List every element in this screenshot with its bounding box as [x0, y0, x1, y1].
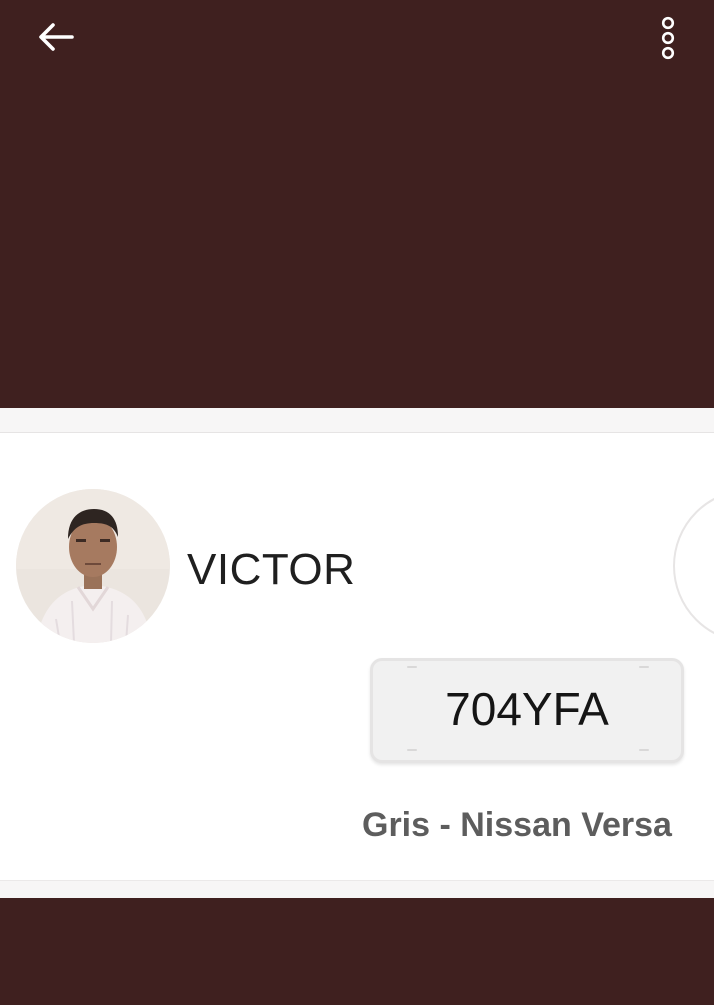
more-vertical-icon	[661, 16, 675, 60]
driver-name: VICTOR	[187, 545, 356, 594]
bottom-panel	[0, 898, 714, 1005]
license-plate: 704YFA	[370, 658, 684, 763]
vehicle-description: Gris - Nissan Versa	[362, 806, 672, 844]
plate-bolt	[407, 666, 417, 668]
driver-photo	[16, 489, 170, 643]
plate-bolt	[407, 749, 417, 751]
secondary-avatar-placeholder	[673, 489, 714, 643]
back-button[interactable]	[32, 16, 80, 58]
map-header-panel	[0, 0, 714, 408]
plate-bolt	[639, 749, 649, 751]
more-options-button[interactable]	[646, 12, 690, 64]
plate-bolt	[639, 666, 649, 668]
driver-section: VICTOR 704YFA Gris - Nissan Versa	[0, 408, 714, 898]
arrow-left-icon	[39, 23, 74, 51]
driver-card: VICTOR 704YFA Gris - Nissan Versa	[0, 432, 714, 881]
plate-number: 704YFA	[445, 683, 609, 735]
driver-avatar	[16, 489, 170, 643]
